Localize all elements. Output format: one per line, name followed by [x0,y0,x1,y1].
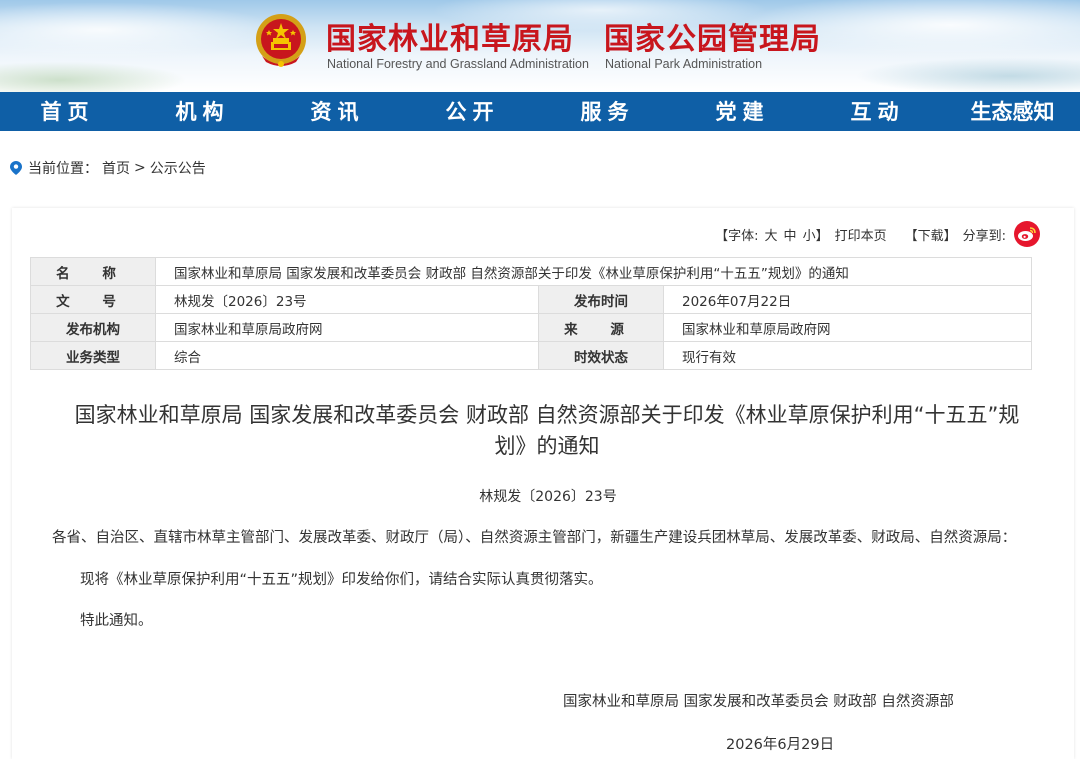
article-title: 国家林业和草原局 国家发展和改革委员会 财政部 自然资源部关于印发《林业草原保护… [52,400,1042,462]
font-size-label: 【字体: [715,228,759,244]
meta-docno-label: 文 号 [30,285,156,314]
nav-item-ecology[interactable]: 生态感知 [945,92,1080,131]
main-nav: 首页 机构 资讯 公开 服务 党建 互动 生态感知 [0,92,1080,131]
nav-item-public[interactable]: 公开 [405,92,540,131]
article-date: 2026年6月29日 [726,737,835,753]
breadcrumb: 当前位置： 首页 > 公示公告 [10,158,210,178]
table-row: 名 称 国家林业和草原局 国家发展和改革委员会 财政部 自然资源部关于印发《林业… [30,257,1032,286]
article-tools: 【字体: 大 中 小】 打印本页 【下载】 分享到: [715,221,1040,247]
breadcrumb-home-link[interactable]: 首页 [102,158,130,178]
meta-name-value: 国家林业和草原局 国家发展和改革委员会 财政部 自然资源部关于印发《林业草原保护… [155,257,1032,286]
print-page-link[interactable]: 打印本页 [835,225,887,244]
article-title-line-1: 国家林业和草原局 国家发展和改革委员会 财政部 自然资源部关于印发《林业草原保护… [74,403,1020,427]
article-doc-number: 林规发〔2026〕23号 [479,489,617,505]
nav-item-services[interactable]: 服务 [540,92,675,131]
article-recipients: 各省、自治区、直辖市林草主管部门、发展改革委、财政厅（局）、自然资源主管部门，新… [52,530,1017,546]
national-emblem-icon [256,14,306,67]
font-medium-button[interactable]: 中 [784,225,797,244]
meta-name-label: 名 称 [30,257,156,286]
site-title-park: 国家公园管理局 [604,22,821,57]
site-title-forestry: 国家林业和草原局 [326,22,574,57]
article-body-paragraph: 现将《林业草原保护利用“十五五”规划》印发给你们，请结合实际认真贯彻落实。 [80,572,603,588]
breadcrumb-separator: > [134,160,146,176]
article-signature: 国家林业和草原局 国家发展和改革委员会 财政部 自然资源部 [563,694,954,710]
nav-item-home[interactable]: 首页 [0,92,135,131]
weibo-icon [1018,227,1036,241]
meta-org-value: 国家林业和草原局政府网 [155,313,539,342]
meta-type-label: 业务类型 [30,341,156,370]
meta-pubdate-value: 2026年07月22日 [663,285,1032,314]
nav-item-party[interactable]: 党建 [675,92,810,131]
site-header: 国家林业和草原局 国家公园管理局 National Forestry and G… [0,0,1080,92]
site-subtitle-park: National Park Administration [605,57,763,71]
breadcrumb-prefix: 当前位置： [28,161,98,177]
share-label: 分享到: [962,228,1006,244]
meta-source-label: 来 源 [538,313,664,342]
meta-org-label: 发布机构 [30,313,156,342]
weibo-share-button[interactable] [1014,221,1040,247]
nav-item-interaction[interactable]: 互动 [810,92,945,131]
font-small-button[interactable]: 小】 [803,225,829,244]
meta-source-value: 国家林业和草原局政府网 [663,313,1032,342]
table-row: 发布机构 国家林业和草原局政府网 来 源 国家林业和草原局政府网 [30,313,1032,342]
meta-type-value: 综合 [155,341,539,370]
article-closing: 特此通知。 [80,613,153,629]
meta-pubdate-label: 发布时间 [538,285,664,314]
meta-docno-value: 林规发〔2026〕23号 [155,285,539,314]
breadcrumb-current-link[interactable]: 公示公告 [150,158,206,178]
site-subtitle-forestry: National Forestry and Grassland Administ… [327,57,589,71]
location-pin-icon [10,161,22,175]
font-large-button[interactable]: 大 [765,225,778,244]
meta-status-value: 现行有效 [663,341,1032,370]
document-metadata-table: 名 称 国家林业和草原局 国家发展和改革委员会 财政部 自然资源部关于印发《林业… [30,257,1032,370]
nav-item-institutions[interactable]: 机构 [135,92,270,131]
nav-item-news[interactable]: 资讯 [270,92,405,131]
meta-status-label: 时效状态 [538,341,664,370]
download-link[interactable]: 【下载】 [905,225,957,244]
table-row: 业务类型 综合 时效状态 现行有效 [30,341,1032,370]
table-row: 文 号 林规发〔2026〕23号 发布时间 2026年07月22日 [30,285,1032,314]
article-title-line-2: 划》的通知 [494,434,600,458]
